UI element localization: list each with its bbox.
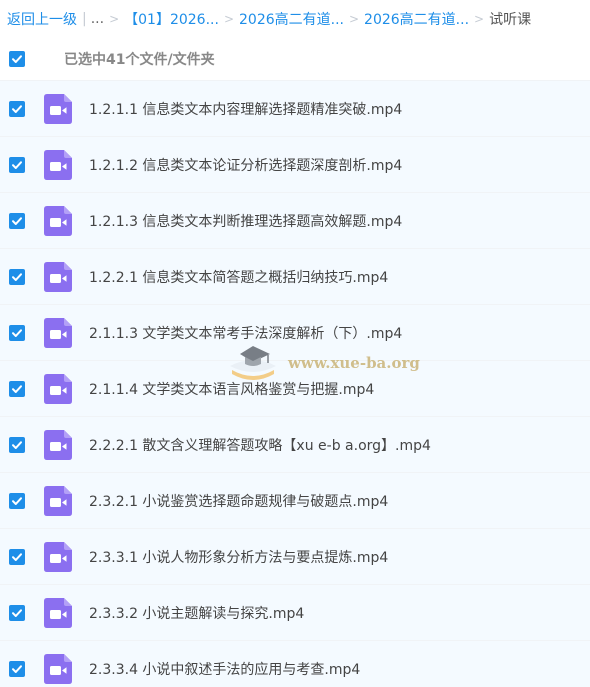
checkmark-icon [12, 384, 22, 393]
file-name[interactable]: 2.3.3.1 小说人物形象分析方法与要点提炼.mp4 [89, 547, 388, 567]
chevron-right-icon: > [109, 12, 120, 26]
video-file-icon [44, 541, 72, 572]
checkmark-icon [12, 216, 22, 225]
select-all-checkbox[interactable] [9, 51, 25, 67]
checkmark-icon [12, 272, 22, 281]
chevron-right-icon: > [474, 12, 485, 26]
file-checkbox[interactable] [9, 604, 25, 621]
video-file-icon [44, 653, 72, 684]
file-row[interactable]: 1.2.1.2 信息类文本论证分析选择题深度剖析.mp4 [0, 136, 590, 192]
graduation-cap-icon [230, 346, 276, 380]
breadcrumb-divider: | [82, 11, 87, 27]
file-row[interactable]: 2.2.2.1 散文含义理解答题攻略【xu e-b a.org】.mp4 [0, 416, 590, 472]
file-checkbox[interactable] [9, 100, 25, 117]
chevron-right-icon: > [223, 12, 234, 26]
file-checkbox[interactable] [9, 492, 25, 509]
file-name[interactable]: 2.3.3.2 小说主题解读与探究.mp4 [89, 603, 304, 623]
breadcrumb-item-2[interactable]: 2026高二有道... [239, 9, 344, 29]
watermark-text: www.xue-ba.org [288, 354, 420, 372]
file-name[interactable]: 1.2.1.2 信息类文本论证分析选择题深度剖析.mp4 [89, 155, 402, 175]
file-checkbox[interactable] [9, 548, 25, 565]
file-row[interactable]: 2.3.2.1 小说鉴赏选择题命题规律与破题点.mp4 [0, 472, 590, 528]
checkmark-icon [12, 160, 22, 169]
checkmark-icon [12, 664, 22, 673]
file-name[interactable]: 1.2.2.1 信息类文本简答题之概括归纳技巧.mp4 [89, 267, 388, 287]
checkmark-icon [12, 104, 22, 113]
video-file-icon [44, 261, 72, 292]
file-checkbox[interactable] [9, 212, 25, 229]
checkmark-icon [12, 328, 22, 337]
checkmark-icon [12, 440, 22, 449]
file-checkbox[interactable] [9, 324, 25, 341]
checkmark-icon [12, 552, 22, 561]
video-file-icon [44, 429, 72, 460]
selection-count-label: 已选中41个文件/文件夹 [64, 52, 215, 68]
file-checkbox[interactable] [9, 436, 25, 453]
video-file-icon [44, 597, 72, 628]
video-file-icon [44, 317, 72, 348]
select-all-row: 已选中41个文件/文件夹 [0, 38, 590, 80]
video-file-icon [44, 485, 72, 516]
file-checkbox[interactable] [9, 268, 25, 285]
checkmark-icon [12, 55, 22, 63]
breadcrumb: 返回上一级 | ... > 【01】2026... > 2026高二有道... … [0, 0, 590, 38]
file-name[interactable]: 1.2.1.1 信息类文本内容理解选择题精准突破.mp4 [89, 99, 402, 119]
file-checkbox[interactable] [9, 660, 25, 677]
breadcrumb-item-1[interactable]: 【01】2026... [124, 9, 219, 29]
file-checkbox[interactable] [9, 380, 25, 397]
back-link[interactable]: 返回上一级 [7, 9, 77, 29]
watermark: www.xue-ba.org [226, 340, 420, 386]
checkmark-icon [12, 608, 22, 617]
file-row[interactable]: 2.3.3.1 小说人物形象分析方法与要点提炼.mp4 [0, 528, 590, 584]
file-name[interactable]: 2.3.2.1 小说鉴赏选择题命题规律与破题点.mp4 [89, 491, 388, 511]
checkmark-icon [12, 496, 22, 505]
file-row[interactable]: 2.3.3.4 小说中叙述手法的应用与考查.mp4 [0, 640, 590, 687]
file-name[interactable]: 2.3.3.4 小说中叙述手法的应用与考查.mp4 [89, 659, 360, 679]
video-file-icon [44, 205, 72, 236]
chevron-right-icon: > [348, 12, 360, 26]
video-file-icon [44, 373, 72, 404]
file-name[interactable]: 1.2.1.3 信息类文本判断推理选择题高效解题.mp4 [89, 211, 402, 231]
video-file-icon [44, 93, 72, 124]
file-row[interactable]: 1.2.1.3 信息类文本判断推理选择题高效解题.mp4 [0, 192, 590, 248]
file-row[interactable]: 1.2.1.1 信息类文本内容理解选择题精准突破.mp4 [0, 80, 590, 136]
file-row[interactable]: 2.3.3.2 小说主题解读与探究.mp4 [0, 584, 590, 640]
file-name[interactable]: 2.2.2.1 散文含义理解答题攻略【xu e-b a.org】.mp4 [89, 435, 431, 455]
file-row[interactable]: 1.2.2.1 信息类文本简答题之概括归纳技巧.mp4 [0, 248, 590, 304]
breadcrumb-ellipsis[interactable]: ... [91, 11, 104, 27]
file-checkbox[interactable] [9, 156, 25, 173]
video-file-icon [44, 149, 72, 180]
breadcrumb-current: 试听课 [489, 12, 532, 28]
breadcrumb-item-3[interactable]: 2026高二有道... [364, 9, 469, 29]
